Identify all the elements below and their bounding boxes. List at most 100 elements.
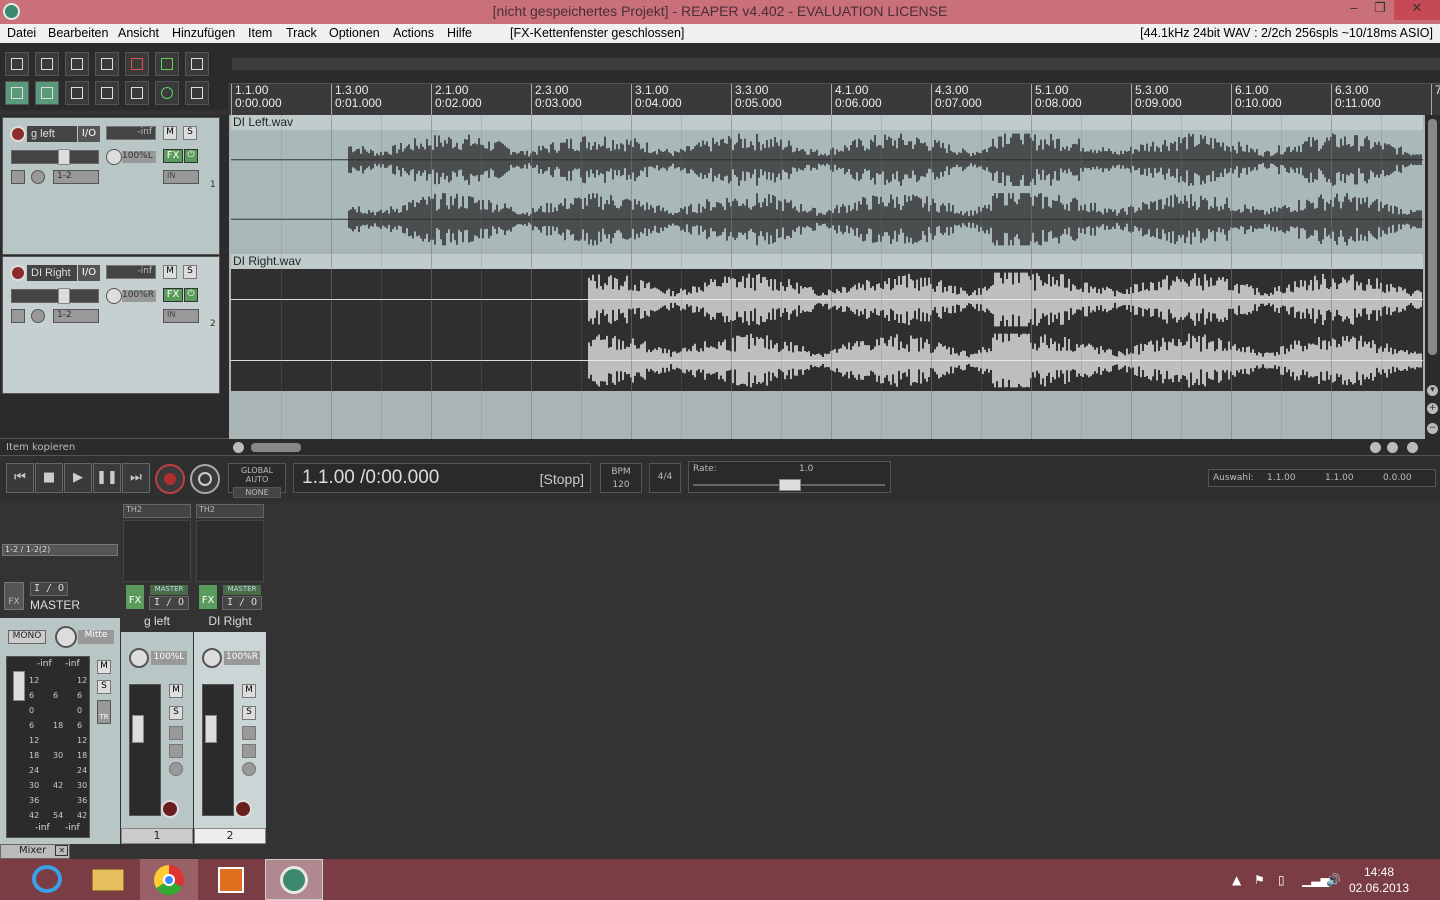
track-name[interactable]: g left xyxy=(27,126,77,142)
region-marker-lane[interactable] xyxy=(232,58,1440,70)
ripple-edit-button[interactable] xyxy=(35,81,59,105)
mute-button[interactable]: M xyxy=(163,265,177,279)
selection-end[interactable]: 1.1.00 xyxy=(1325,473,1354,483)
close-button[interactable]: ✕ xyxy=(1394,0,1440,20)
menu-bearbeiten[interactable]: Bearbeiten xyxy=(48,26,108,40)
battery-icon[interactable]: ▯ xyxy=(1278,873,1285,887)
track-name[interactable]: DI Right xyxy=(27,265,77,281)
strip-name[interactable]: DI Right xyxy=(194,614,266,628)
selection-display[interactable]: Auswahl: 1.1.00 1.1.00 0.0.00 xyxy=(1208,469,1436,487)
selection-length[interactable]: 0.0.00 xyxy=(1383,473,1412,483)
item-grouping-button[interactable] xyxy=(65,81,89,105)
fx-list[interactable] xyxy=(123,520,191,582)
fx-list[interactable] xyxy=(196,520,264,582)
strip-record-arm-button[interactable] xyxy=(234,800,252,818)
strip-fader[interactable] xyxy=(129,684,161,816)
strip-input-icon[interactable] xyxy=(242,726,256,740)
scroll-down-icon[interactable]: ▾ xyxy=(1427,385,1438,396)
master-fx-button[interactable]: FX xyxy=(4,582,24,610)
hzoom-in-icon[interactable] xyxy=(1387,442,1398,453)
strip-fader[interactable] xyxy=(202,684,234,816)
strip-mute-button[interactable]: M xyxy=(242,684,256,698)
lock-button[interactable] xyxy=(185,81,209,105)
phase-invert-icon[interactable] xyxy=(31,170,45,184)
envelope-icon[interactable] xyxy=(11,170,25,184)
menu-hilfe[interactable]: Hilfe xyxy=(447,26,472,40)
record-arm-button[interactable] xyxy=(10,126,26,142)
close-tab-icon[interactable]: ✕ xyxy=(55,845,69,856)
volume-icon[interactable]: 🔊 xyxy=(1326,873,1341,887)
pan-knob[interactable] xyxy=(106,149,122,165)
metronome-button[interactable] xyxy=(185,52,209,76)
menu-item[interactable]: Item xyxy=(248,26,272,40)
scroll-right-icon[interactable] xyxy=(1370,442,1381,453)
bpm-display[interactable]: BPM 120 xyxy=(600,463,642,493)
go-to-end-button[interactable]: ⏭ xyxy=(122,463,150,493)
pause-button[interactable]: ❚❚ xyxy=(93,463,121,493)
strip-fx-button[interactable]: FX xyxy=(125,584,145,610)
strip-solo-button[interactable]: S xyxy=(242,706,256,720)
media-item-di-right[interactable]: DI Right.wav xyxy=(231,254,1423,391)
menu-ansicht[interactable]: Ansicht xyxy=(118,26,159,40)
show-hidden-icons[interactable]: ▲ xyxy=(1232,873,1241,887)
master-send-button[interactable]: MASTER xyxy=(222,584,262,596)
scroll-left-icon[interactable] xyxy=(233,442,244,453)
time-display[interactable]: 1.1.00 /0:00.000 [Stopp] xyxy=(293,463,591,493)
time-signature[interactable]: 4/4 xyxy=(649,463,681,493)
master-mute-button[interactable]: M xyxy=(97,660,111,674)
grid-button[interactable] xyxy=(125,81,149,105)
menu-hinzufuegen[interactable]: Hinzufügen xyxy=(172,26,235,40)
fx-button[interactable]: FX xyxy=(163,149,183,163)
phase-invert-icon[interactable] xyxy=(31,309,45,323)
fx-bypass-power-icon[interactable]: ⏻ xyxy=(184,288,198,302)
input-monitor-button[interactable]: IN xyxy=(163,309,199,323)
strip-phase-icon[interactable] xyxy=(242,762,256,776)
solo-button[interactable]: S xyxy=(183,126,197,140)
track-io-button[interactable]: I/O xyxy=(78,126,100,142)
redo-button[interactable] xyxy=(155,52,179,76)
loop-button[interactable] xyxy=(155,81,179,105)
system-clock[interactable]: 14:48 02.06.2013 xyxy=(1344,864,1414,896)
media-player-icon[interactable] xyxy=(202,859,260,900)
strip-number[interactable]: 2 xyxy=(194,828,266,844)
master-solo-button[interactable]: S xyxy=(97,680,111,694)
reaper-taskbar-icon[interactable] xyxy=(265,859,323,900)
open-project-button[interactable] xyxy=(35,52,59,76)
strip-name[interactable]: g left xyxy=(121,614,193,628)
repeat-button[interactable] xyxy=(190,464,220,494)
strip-io-button[interactable]: I / O xyxy=(222,596,262,610)
hscroll-thumb[interactable] xyxy=(251,443,301,452)
strip-input-icon[interactable] xyxy=(169,726,183,740)
menu-datei[interactable]: Datei xyxy=(7,26,36,40)
strip-mute-button[interactable]: M xyxy=(169,684,183,698)
action-center-flag-icon[interactable]: ⚑ xyxy=(1254,873,1265,887)
master-trim-button[interactable]: TR xyxy=(97,700,111,724)
fader-handle[interactable] xyxy=(132,715,144,743)
undo-button[interactable] xyxy=(125,52,149,76)
minimize-button[interactable]: – xyxy=(1340,0,1368,20)
menu-actions[interactable]: Actions xyxy=(393,26,434,40)
play-button[interactable]: ▶ xyxy=(64,463,92,493)
mixer-tab[interactable]: Mixer ✕ xyxy=(0,844,70,859)
fader-handle[interactable] xyxy=(205,715,217,743)
track-io-button[interactable]: I/O xyxy=(78,265,100,281)
input-channel-select[interactable]: 1-2 xyxy=(53,309,99,323)
fx-button[interactable]: FX xyxy=(163,288,183,302)
strip-fx-button[interactable]: FX xyxy=(198,584,218,610)
save-project-button[interactable] xyxy=(65,52,89,76)
strip-pan-knob[interactable] xyxy=(129,648,149,668)
new-project-button[interactable] xyxy=(5,52,29,76)
input-monitor-button[interactable]: IN xyxy=(163,170,199,184)
input-channel-select[interactable]: 1-2 xyxy=(53,170,99,184)
audio-device-info[interactable]: [44.1kHz 24bit WAV : 2/2ch 256spls ~10/1… xyxy=(1140,26,1433,40)
record-arm-button[interactable] xyxy=(10,265,26,281)
zoom-in-icon[interactable]: + xyxy=(1427,403,1438,414)
fader-handle[interactable] xyxy=(58,149,70,165)
strip-envelope-icon[interactable] xyxy=(169,744,183,758)
track-2[interactable]: DI Right I/O -inf M S 100%R FX ⏻ 1-2 IN … xyxy=(2,256,220,394)
media-item-di-left[interactable]: DI Left.wav xyxy=(231,115,1423,249)
horizontal-scrollbar[interactable] xyxy=(229,439,1440,455)
strip-solo-button[interactable]: S xyxy=(169,706,183,720)
strip-record-arm-button[interactable] xyxy=(161,800,179,818)
selection-start[interactable]: 1.1.00 xyxy=(1267,473,1296,483)
